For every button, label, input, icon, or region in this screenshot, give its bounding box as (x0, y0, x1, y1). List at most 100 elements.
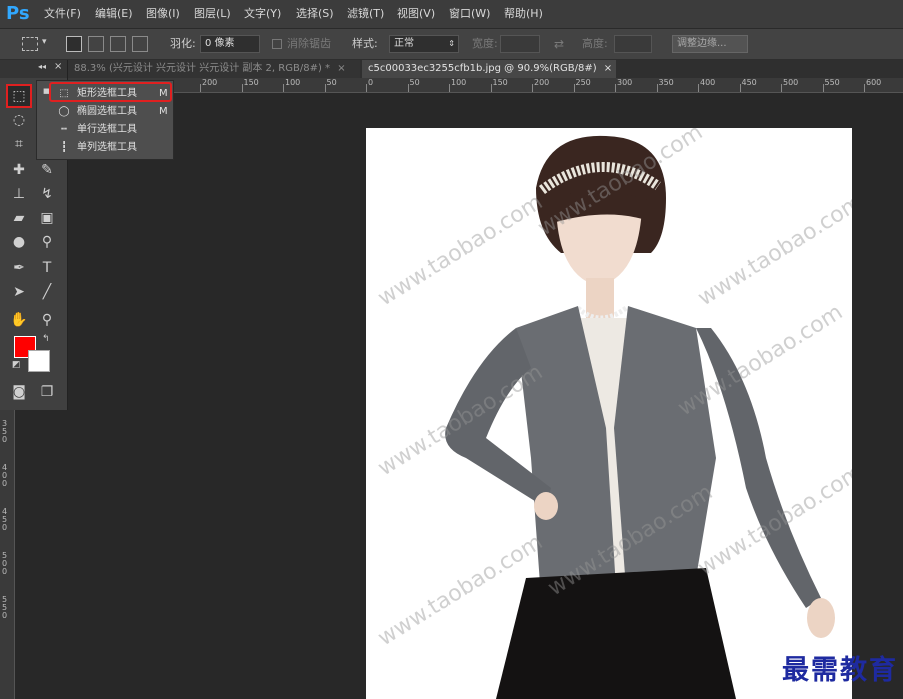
ruler-tick-label: 450 (2, 507, 8, 532)
quick-mask-icon[interactable]: ◙ (8, 382, 30, 402)
type-tool-icon[interactable]: T (36, 258, 58, 278)
menu-filter[interactable]: 滤镜(T) (347, 0, 384, 28)
ruler-tick-label: 500 (783, 78, 799, 87)
subtract-selection-icon[interactable] (110, 36, 126, 52)
blur-tool-icon[interactable]: ● (8, 232, 30, 252)
menu-image[interactable]: 图像(I) (146, 0, 180, 28)
zoom-tool-icon[interactable]: ⚲ (36, 310, 58, 330)
marquee-tool-icon[interactable]: ⬚ (6, 84, 32, 108)
preset-dropdown-icon[interactable]: ▾ (42, 37, 47, 47)
ruler-tick-label: 350 (658, 78, 674, 87)
ruler-tick-line (449, 84, 450, 92)
menu-type[interactable]: 文字(Y) (244, 0, 281, 28)
ruler-tick-line (615, 84, 616, 92)
ruler-tick-label: 250 (575, 78, 591, 87)
menu-view[interactable]: 视图(V) (397, 0, 435, 28)
ruler-tick-line (781, 84, 782, 92)
tool-preset-icon[interactable] (22, 37, 38, 51)
default-colors-icon[interactable]: ◩ (12, 360, 21, 370)
screen-mode-icon[interactable]: ❐ (36, 382, 58, 402)
ruler-tick-line (739, 84, 741, 92)
ruler-tick-line (200, 84, 201, 92)
feather-label: 羽化: (170, 37, 196, 50)
ruler-tick-label: 50 (326, 78, 337, 87)
ruler-tick-line (656, 84, 658, 92)
style-select[interactable]: 正常 ⇕ (389, 35, 459, 53)
single-column-marquee-icon: ┇ (60, 142, 68, 153)
swap-icon[interactable]: ⇄ (554, 29, 564, 59)
ellipse-marquee-icon: ◯ (58, 106, 70, 117)
vertical-ruler: 350 400 450 500 550 (0, 410, 15, 699)
ruler-tick-line (573, 84, 575, 92)
feather-input[interactable]: 0 像素 (200, 35, 260, 53)
tab-label: 88.3% (兴元设计 兴元设计 兴元设计 副本 2, RGB/8#) * (74, 63, 331, 74)
document-canvas[interactable]: www.taobao.com www.taobao.com www.taobao… (366, 128, 852, 699)
ruler-tick-label: 150 (492, 78, 508, 87)
close-icon[interactable]: × (604, 63, 612, 74)
ruler-tick-label: 0 (368, 78, 374, 87)
path-selection-tool-icon[interactable]: ➤ (8, 282, 30, 302)
flyout-item-single-row[interactable]: ┅ 单行选框工具 (37, 121, 175, 139)
ruler-tick-label: 550 (824, 78, 840, 87)
height-input[interactable] (614, 35, 652, 53)
crop-tool-icon[interactable]: ⌗ (8, 134, 30, 154)
width-input[interactable] (500, 35, 540, 53)
menu-window[interactable]: 窗口(W) (449, 0, 490, 28)
ruler-tick-label: 50 (409, 78, 420, 87)
pen-tool-icon[interactable]: ✒ (8, 258, 30, 278)
width-label: 宽度: (472, 37, 498, 50)
ruler-tick-label: 350 (2, 419, 8, 444)
ruler-tick-label: 300 (617, 78, 633, 87)
antialias-checkbox[interactable] (272, 39, 282, 49)
history-brush-tool-icon[interactable]: ↯ (36, 184, 58, 204)
ruler-tick-label: 500 (2, 551, 8, 576)
collapse-icon[interactable]: ◂◂ (38, 62, 46, 71)
refine-edge-button[interactable]: 调整边缘... (672, 35, 748, 53)
menu-help[interactable]: 帮助(H) (504, 0, 543, 28)
ruler-tick-line (241, 84, 243, 92)
ruler-tick-label: 200 (534, 78, 550, 87)
tools-panel-header: ◂◂ × (0, 60, 67, 78)
ruler-tick-label: 100 (451, 78, 467, 87)
highlight-box (49, 82, 172, 102)
brush-tool-icon[interactable]: ✎ (36, 160, 58, 180)
swap-colors-icon[interactable]: ↰ (42, 334, 50, 344)
background-color-swatch[interactable] (28, 350, 50, 372)
ruler-tick-line (366, 84, 367, 92)
spot-healing-tool-icon[interactable]: ✚ (8, 160, 30, 180)
document-tabs: 88.3% (兴元设计 兴元设计 兴元设计 副本 2, RGB/8#) * × … (0, 60, 903, 78)
clone-stamp-tool-icon[interactable]: ⊥ (8, 184, 30, 204)
line-tool-icon[interactable]: ╱ (36, 282, 58, 302)
hand-tool-icon[interactable]: ✋ (8, 310, 30, 330)
chevron-updown-icon: ⇕ (448, 39, 455, 48)
eraser-tool-icon[interactable]: ▰ (8, 208, 30, 228)
menu-select[interactable]: 选择(S) (296, 0, 334, 28)
new-selection-icon[interactable] (66, 36, 82, 52)
menu-file[interactable]: 文件(F) (44, 0, 81, 28)
close-icon[interactable]: × (54, 61, 62, 72)
tab-document-1[interactable]: 88.3% (兴元设计 兴元设计 兴元设计 副本 2, RGB/8#) * × (68, 60, 360, 78)
style-value: 正常 (394, 38, 414, 49)
ruler-tick-label: 400 (2, 463, 8, 488)
menu-edit[interactable]: 编辑(E) (95, 0, 133, 28)
lasso-tool-icon[interactable]: ◌ (8, 110, 30, 130)
intersect-selection-icon[interactable] (132, 36, 148, 52)
corner-logo: 最需教育 (782, 655, 898, 686)
ruler-tick-label: 400 (700, 78, 716, 87)
ruler-tick-label: 600 (866, 78, 882, 87)
flyout-item-single-column[interactable]: ┇ 单列选框工具 (37, 139, 175, 157)
flyout-item-ellipse-marquee[interactable]: ◯ 椭圆选框工具 M (37, 103, 175, 121)
gradient-tool-icon[interactable]: ▣ (36, 208, 58, 228)
ruler-tick-label: 550 (2, 595, 8, 620)
horizontal-ruler: 200 150 100 50 0 50 100 150 200 250 300 350 400 450 50… (68, 78, 903, 93)
add-selection-icon[interactable] (88, 36, 104, 52)
ruler-tick-line (698, 84, 699, 92)
dodge-tool-icon[interactable]: ⚲ (36, 232, 58, 252)
tab-document-2[interactable]: c5c00033ec3255cfb1b.jpg @ 90.9%(RGB/8#) … (362, 60, 616, 78)
menu-layer[interactable]: 图层(L) (194, 0, 231, 28)
close-icon[interactable]: × (337, 63, 345, 74)
ruler-tick-label: 450 (741, 78, 757, 87)
ruler-tick-line (407, 84, 409, 92)
menu-bar: Ps 文件(F) 编辑(E) 图像(I) 图层(L) 文字(Y) 选择(S) 滤… (0, 0, 903, 29)
ruler-tick-label: 100 (285, 78, 301, 87)
